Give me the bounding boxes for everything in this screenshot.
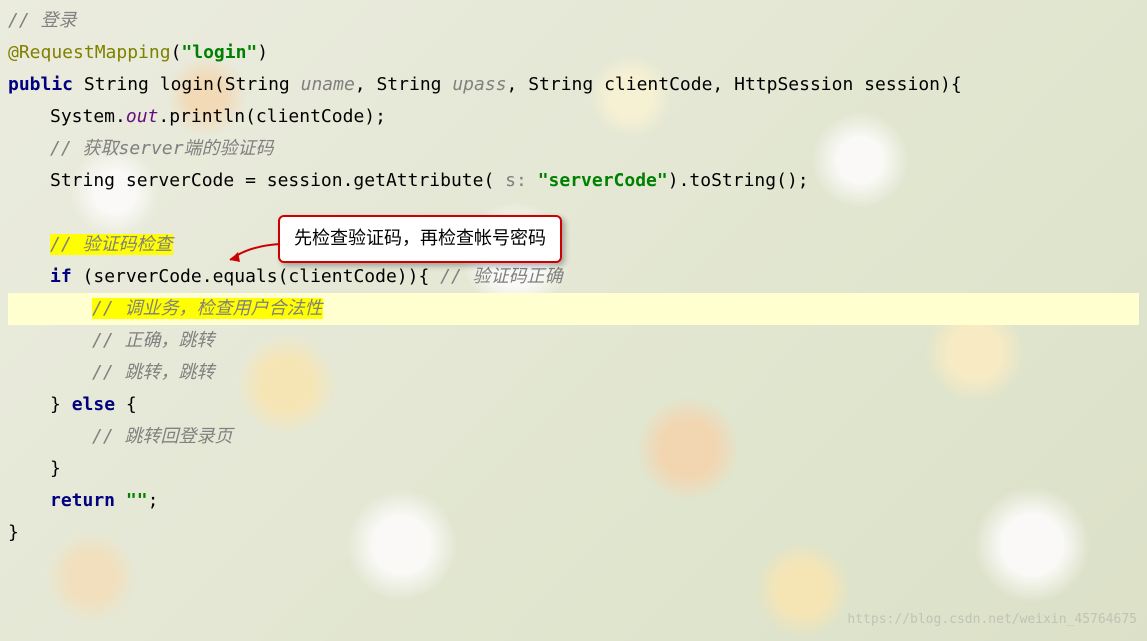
code-line: if (serverCode.equals(clientCode)){ // 验… [8, 261, 1139, 293]
code-line: } else { [8, 389, 1139, 421]
code-line: public String login(String uname, String… [8, 69, 1139, 101]
keyword-if: if [50, 266, 72, 287]
code-line: // 正确，跳转 [8, 325, 1139, 357]
highlighted-comment: // 验证码检查 [50, 234, 173, 255]
code-line: String serverCode = session.getAttribute… [8, 165, 1139, 197]
annotation-callout: 先检查验证码，再检查帐号密码 [278, 215, 562, 263]
code-line: } [8, 517, 1139, 549]
highlighted-line: // 调业务，检查用户合法性 [8, 293, 1139, 325]
comment: // 跳转回登录页 [92, 426, 233, 447]
comment: // 跳转，跳转 [92, 362, 215, 383]
comment: // 正确，跳转 [92, 330, 215, 351]
unused-param: upass [452, 74, 506, 95]
comment: // 获取server端的验证码 [50, 138, 274, 159]
annotation: @RequestMapping [8, 42, 171, 63]
code-line: // 验证码检查 [8, 229, 1139, 261]
static-field: out [126, 106, 159, 127]
code-line: // 登录 [8, 5, 1139, 37]
parameter-hint: s: [494, 170, 537, 191]
highlighted-comment: // 调业务，检查用户合法性 [92, 298, 323, 319]
blank-line [8, 197, 1139, 229]
unused-param: uname [301, 74, 355, 95]
keyword-public: public [8, 74, 73, 95]
code-line: System.out.println(clientCode); [8, 101, 1139, 133]
comment: // 验证码正确 [440, 266, 563, 287]
callout-text: 先检查验证码，再检查帐号密码 [294, 228, 546, 249]
keyword-else: else [72, 394, 115, 415]
code-line: // 获取server端的验证码 [8, 133, 1139, 165]
keyword-return: return [50, 490, 115, 511]
code-line: @RequestMapping("login") [8, 37, 1139, 69]
code-editor: // 登录 @RequestMapping("login") public St… [0, 0, 1147, 554]
comment: // 登录 [8, 10, 77, 31]
string-literal: "login" [181, 42, 257, 63]
code-line: } [8, 453, 1139, 485]
code-line: // 跳转，跳转 [8, 357, 1139, 389]
callout-arrow-icon [228, 236, 282, 264]
string-literal: "" [126, 490, 148, 511]
watermark: https://blog.csdn.net/weixin_45764675 [847, 604, 1137, 636]
string-literal: "serverCode" [538, 170, 668, 191]
code-line: // 跳转回登录页 [8, 421, 1139, 453]
code-line: return ""; [8, 485, 1139, 517]
